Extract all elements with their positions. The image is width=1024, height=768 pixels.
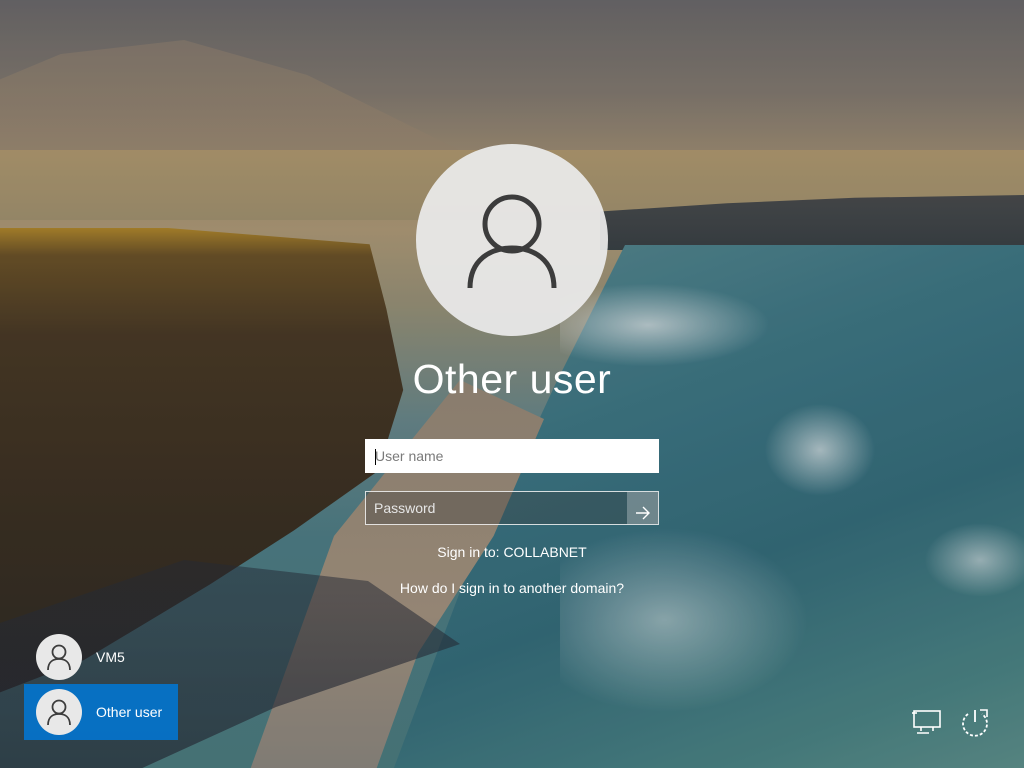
other-domain-help-link[interactable]: How do I sign in to another domain? [312,580,712,596]
password-field-container [365,491,659,525]
user-avatar-small [36,689,82,735]
power-button[interactable] [958,706,992,737]
arrow-right-icon [635,506,650,519]
user-tile-other-user[interactable]: Other user [24,684,178,740]
user-title: Other user [412,356,612,402]
password-input[interactable] [366,492,628,524]
user-tile-label: VM5 [96,649,125,665]
user-tile-vm5[interactable]: VM5 [24,629,178,685]
user-avatar-small [36,634,82,680]
sign-in-domain-text: Sign in to: COLLABNET [437,544,587,560]
user-tile-label: Other user [96,704,163,720]
network-button[interactable] [911,707,945,737]
power-icon [962,709,988,737]
submit-button[interactable] [627,492,658,524]
person-icon [47,699,71,725]
username-input[interactable] [367,441,657,471]
text-caret [375,449,376,465]
network-icon [912,710,941,734]
person-icon [467,194,557,288]
username-field-container [365,439,659,473]
person-icon [47,644,71,670]
user-avatar [416,144,608,336]
